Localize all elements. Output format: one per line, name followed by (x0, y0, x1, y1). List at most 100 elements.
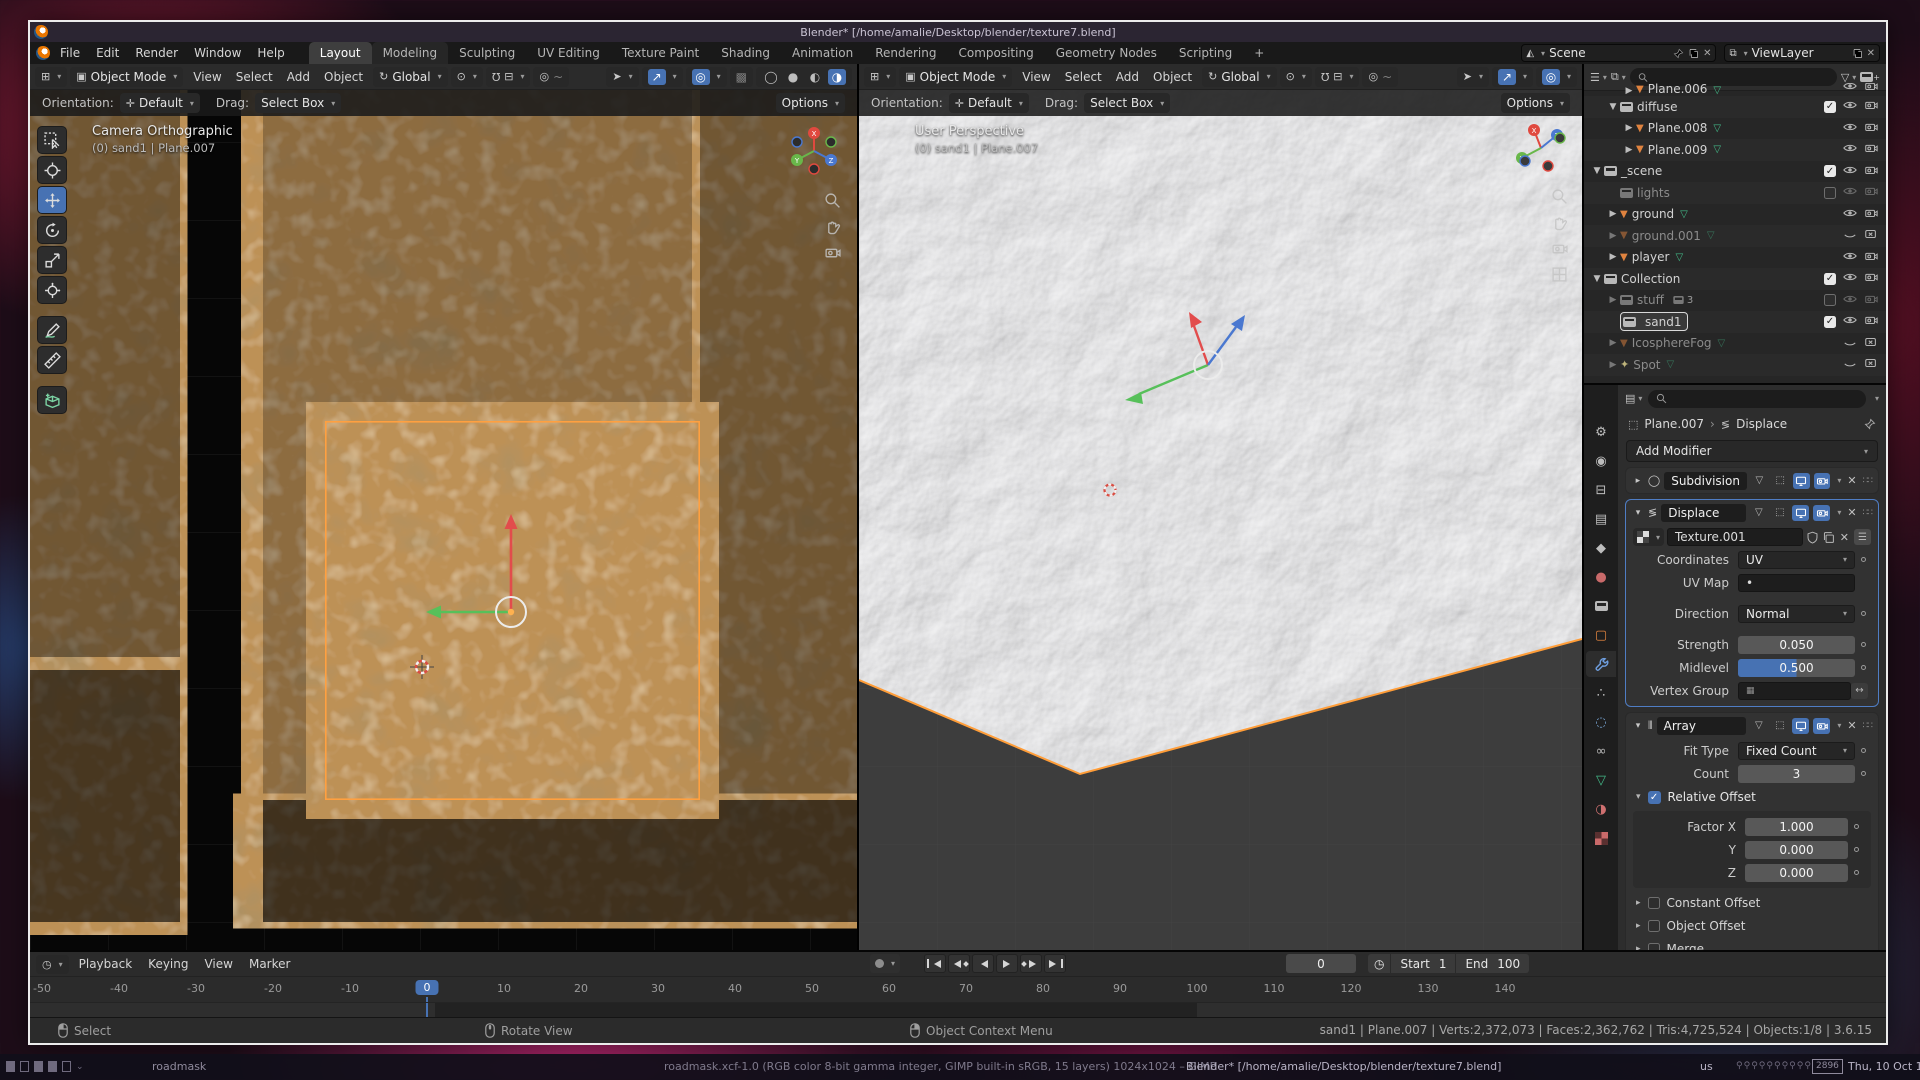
menu-window[interactable]: Window (186, 42, 249, 64)
properties-tab-render[interactable]: ◉ (1586, 448, 1616, 474)
outliner-item-label[interactable]: Spot (1633, 358, 1660, 372)
shading-wireframe-button[interactable]: ◯ (762, 69, 780, 85)
properties-tab-object[interactable]: ▢ (1586, 622, 1616, 648)
vertex-group-field[interactable]: ▦ (1738, 682, 1851, 700)
camera-view-icon[interactable] (1551, 240, 1568, 257)
current-frame-field[interactable]: 0 (1286, 954, 1356, 973)
collection-checkbox[interactable]: ✓ (1824, 316, 1836, 328)
keyboard-layout-indicator[interactable]: us (1700, 1060, 1713, 1073)
unlink-scene-icon[interactable]: ✕ (1703, 48, 1711, 59)
animate-dot[interactable] (1861, 611, 1866, 616)
transform-orientation-selector[interactable]: ↻Global▾ (373, 67, 448, 87)
menu-select[interactable]: Select (1058, 64, 1109, 90)
mode-selector[interactable]: ▣Object Mode▾ (899, 67, 1012, 87)
realtime-toggle[interactable] (1792, 505, 1809, 521)
properties-search[interactable] (1648, 390, 1866, 408)
outliner-item-label[interactable]: IcosphereFog (1632, 336, 1712, 350)
workspace-tab-animation[interactable]: Animation (781, 42, 864, 64)
workspace-tab-uv-editing[interactable]: UV Editing (526, 42, 611, 64)
outliner-editor-type-button[interactable]: ☰▾ (1590, 71, 1607, 84)
outliner-row-diffuse[interactable]: ▼diffuse✓ (1584, 96, 1886, 118)
proportional-editing[interactable]: ◎~ (1362, 67, 1398, 87)
options-dropdown[interactable]: Options▾ (776, 93, 845, 113)
pin-icon[interactable] (1673, 48, 1684, 59)
taskbar-gimp-window[interactable]: roadmask.xcf-1.0 (RGB color 8-bit gamma … (664, 1060, 1216, 1073)
workspace-tab-layout[interactable]: Layout (309, 42, 372, 64)
menu-keying[interactable]: Keying (140, 953, 196, 975)
tray-icon[interactable]: ⚲ (1774, 1061, 1782, 1071)
outliner-item-label[interactable]: sand1 (1645, 315, 1681, 329)
outliner-item-label[interactable]: ground.001 (1632, 229, 1701, 243)
auto-keying-toggle[interactable]: ▾ (870, 954, 900, 973)
playhead-line[interactable] (426, 1003, 428, 1017)
edit-mode-toggle[interactable]: ▽ (1750, 718, 1767, 734)
shading-solid-button[interactable]: ● (784, 69, 802, 85)
duplicate-texture-icon[interactable] (1822, 531, 1835, 544)
jump-to-start-button[interactable] (924, 954, 946, 973)
close-icon[interactable]: ✕ (1847, 506, 1856, 519)
tool-scale-button[interactable] (37, 246, 67, 274)
overlays-toggle[interactable]: ◎▾ (686, 67, 727, 87)
hide-viewport-icon[interactable] (1843, 98, 1857, 115)
render-toggle[interactable] (1814, 473, 1831, 489)
fake-user-shield-icon[interactable] (1806, 531, 1819, 544)
properties-tab-output[interactable]: ⊟ (1586, 477, 1616, 503)
pin-id-icon[interactable] (1864, 418, 1876, 430)
playhead-line[interactable] (426, 997, 428, 1002)
outliner-row-player[interactable]: ▶▼player▽ (1584, 247, 1886, 269)
close-icon[interactable]: ✕ (1847, 474, 1856, 487)
breadcrumb-modifier[interactable]: Displace (1736, 417, 1787, 431)
outliner-item-label[interactable]: diffuse (1637, 100, 1677, 114)
disable-render-icon[interactable] (1864, 227, 1878, 244)
outliner-item-label[interactable]: player (1632, 250, 1670, 264)
on-cage-toggle[interactable]: ⬚ (1771, 718, 1788, 734)
menu-view[interactable]: View (1015, 64, 1057, 90)
workspace-tab-scripting[interactable]: Scripting (1168, 42, 1243, 64)
pivot-point-selector[interactable]: ⊙▾ (1280, 67, 1312, 87)
outliner-row-stuff[interactable]: ▶stuff3 (1584, 290, 1886, 312)
scene-selector[interactable]: ◭▾ Scene ✕ (1521, 44, 1716, 62)
animate-dot[interactable] (1861, 642, 1866, 647)
tool-annotate-button[interactable] (37, 316, 67, 344)
properties-tab-modifiers[interactable] (1586, 651, 1616, 677)
extras-dropdown-icon[interactable]: ▾ (1837, 476, 1841, 485)
window-titlebar[interactable]: Blender* [/home/amalie/Desktop/blender/t… (30, 22, 1886, 42)
factor-y-field[interactable]: 0.000 (1745, 841, 1848, 859)
merge-checkbox[interactable] (1648, 943, 1660, 951)
snap-controls[interactable]: Ω⊟▾ (1315, 67, 1360, 87)
filter-icon[interactable]: ▽▾ (1841, 71, 1856, 84)
options-dropdown[interactable]: Options▾ (1501, 93, 1570, 113)
disable-render-icon[interactable] (1864, 163, 1878, 180)
tool-transform-button[interactable] (37, 276, 67, 304)
object-offset-row[interactable]: ▸Object Offset (1626, 914, 1878, 937)
viewport-3d-perspective[interactable]: ⊞▾ ▣Object Mode▾ ViewSelectAddObject ↻Gl… (859, 64, 1582, 950)
shading-rendered-button[interactable]: ◑ (828, 69, 846, 85)
properties-tab-constraints[interactable]: ∞ (1586, 738, 1616, 764)
viewport-canvas-right[interactable] (859, 64, 1582, 950)
menu-edit[interactable]: Edit (88, 42, 127, 64)
extras-dropdown-icon[interactable]: ▾ (1837, 721, 1841, 730)
show-gizmo-dropdown[interactable]: ➤▾ (606, 67, 638, 87)
drag-dropdown[interactable]: Select Box▾ (1084, 93, 1170, 113)
camera-view-icon[interactable] (824, 244, 841, 261)
render-toggle[interactable] (1813, 718, 1830, 734)
outliner-row-collection[interactable]: ▼Collection✓ (1584, 268, 1886, 290)
tool-measure-button[interactable] (37, 346, 67, 374)
realtime-toggle[interactable] (1792, 718, 1809, 734)
hide-viewport-icon[interactable] (1843, 120, 1857, 137)
strength-field[interactable]: 0.050 (1738, 636, 1855, 654)
editor-type-button[interactable]: ⊞▾ (864, 67, 896, 87)
merge-row[interactable]: ▸Merge (1626, 937, 1878, 950)
constant-offset-row[interactable]: ▸Constant Offset (1626, 891, 1878, 914)
hide-viewport-icon[interactable] (1843, 206, 1857, 223)
taskbar-app-label[interactable]: roadmask (152, 1060, 206, 1073)
gizmos-toggle[interactable]: ↗▾ (642, 67, 683, 87)
disable-render-icon[interactable] (1864, 83, 1878, 96)
gizmos-toggle[interactable]: ↗▾ (1492, 67, 1533, 87)
hide-viewport-icon[interactable] (1843, 184, 1857, 201)
factor-x-field[interactable]: 1.000 (1745, 818, 1848, 836)
viewlayer-selector[interactable]: ⧉▾ ViewLayer ✕ (1724, 44, 1880, 62)
outliner-row-ground[interactable]: ▶▼ground▽ (1584, 204, 1886, 226)
collapse-icon[interactable]: ▾ (1632, 508, 1644, 518)
tool-select-box-button[interactable] (37, 126, 67, 154)
